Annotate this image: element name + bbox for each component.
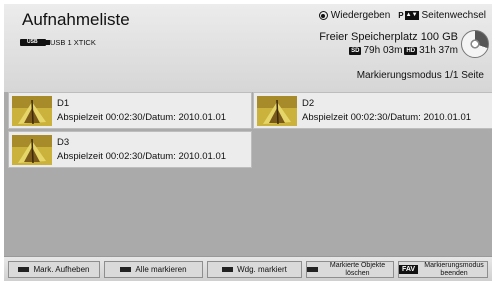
usb-device-name: USB 1 XTICK <box>50 38 96 47</box>
page-title: Aufnahmeliste <box>22 10 130 29</box>
delete-marked-button[interactable]: Markierte Objekte löschen <box>306 261 394 278</box>
storage-info: Freier Speicherplatz 100 GB SD 79h 03m H… <box>319 30 458 58</box>
item-meta: Abspielzeit 00:02:30/Datum: 2010.01.01 <box>57 112 227 123</box>
ok-button-icon <box>318 11 328 20</box>
hint-page-change: P ▲▼ Seitenwechsel <box>398 10 486 21</box>
usb-device-info: USB USB 1 XTICK <box>20 38 96 47</box>
usb-icon: USB <box>20 39 50 46</box>
item-title: D2 <box>302 98 315 109</box>
hint-play: Wiedergeben <box>318 10 391 21</box>
blue-key-icon <box>307 267 318 272</box>
sd-time: 79h 03m <box>363 45 403 56</box>
item-title: D1 <box>57 98 70 109</box>
item-meta: Abspielzeit 00:02:30/Datum: 2010.01.01 <box>57 151 227 162</box>
yellow-key-icon <box>222 267 234 272</box>
exit-mark-mode-button-label: Markierungsmodus beenden <box>424 261 484 277</box>
hd-badge: HD <box>404 47 418 55</box>
hint-play-label: Wiedergeben <box>330 10 391 21</box>
play-marked-button[interactable]: Wdg. markiert <box>207 261 302 278</box>
unmark-button[interactable]: Mark. Aufheben <box>8 261 100 278</box>
delete-marked-button-label: Markierte Objekte löschen <box>329 261 386 277</box>
thumbnail-image <box>12 96 52 126</box>
item-title: D3 <box>57 137 70 148</box>
remaining-time: SD 79h 03m HD 31h 37m <box>319 44 458 58</box>
item-meta: Abspielzeit 00:02:30/Datum: 2010.01.01 <box>302 112 472 123</box>
thumbnail-image <box>12 135 52 165</box>
green-key-icon <box>120 267 132 272</box>
exit-mark-mode-button[interactable]: FAV Markierungsmodus beenden <box>398 261 488 278</box>
sd-badge: SD <box>349 47 362 55</box>
free-space-label: Freier Speicherplatz 100 GB <box>319 31 458 43</box>
thumbnail-image <box>257 96 297 126</box>
mark-all-button-label: Alle markieren <box>135 265 187 274</box>
disc-usage-icon <box>461 30 489 58</box>
header: Aufnahmeliste USB USB 1 XTICK Wiedergebe… <box>4 4 492 92</box>
footer-button-bar: Mark. Aufheben Alle markieren Wdg. marki… <box>4 256 492 281</box>
fav-key-icon: FAV <box>399 265 419 274</box>
play-marked-button-label: Wdg. markiert <box>237 265 287 274</box>
list-item[interactable]: D1 Abspielzeit 00:02:30/Datum: 2010.01.0… <box>8 92 252 129</box>
mark-all-button[interactable]: Alle markieren <box>104 261 203 278</box>
mark-mode-status: Markierungsmodus 1/1 Seite <box>356 70 484 81</box>
recording-list-screen: Aufnahmeliste USB USB 1 XTICK Wiedergebe… <box>4 4 492 281</box>
hint-page-label: Seitenwechsel <box>421 10 486 21</box>
page-key-icon: P ▲▼ <box>398 11 419 20</box>
hd-time: 31h 37m <box>419 45 458 56</box>
key-hints: Wiedergeben P ▲▼ Seitenwechsel <box>318 10 486 21</box>
list-item[interactable]: D3 Abspielzeit 00:02:30/Datum: 2010.01.0… <box>8 131 252 168</box>
list-item[interactable]: D2 Abspielzeit 00:02:30/Datum: 2010.01.0… <box>253 92 492 129</box>
unmark-button-label: Mark. Aufheben <box>33 265 90 274</box>
red-key-icon <box>18 267 30 272</box>
